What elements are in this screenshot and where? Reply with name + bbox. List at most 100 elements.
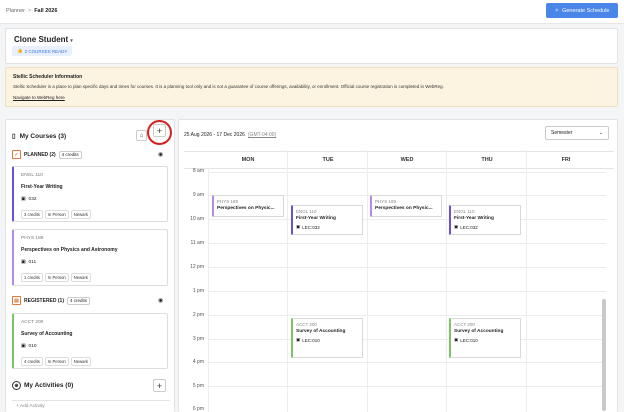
tag-credits: 1 credits bbox=[21, 273, 43, 282]
time-label: 11 am bbox=[190, 240, 204, 246]
course-card-engl110[interactable]: ENGL 110 First-Year Writing ▣ 032 3 credi… bbox=[12, 166, 168, 222]
time-label: 8 am bbox=[192, 168, 204, 174]
course-title: First-Year Writing bbox=[21, 184, 63, 190]
book-icon: ▯ bbox=[12, 133, 16, 140]
event-title: Perspectives on Physic... bbox=[217, 206, 275, 211]
tag-icon: ⌂ bbox=[139, 132, 144, 139]
course-tags: 3 credits In Person Newark bbox=[21, 210, 91, 219]
breadcrumb-planner[interactable]: Planner bbox=[6, 8, 25, 14]
grid-column-line bbox=[287, 150, 288, 412]
course-title: Survey of Accounting bbox=[21, 331, 73, 337]
calendar-day-header: MON TUE WED THU FRI bbox=[184, 151, 614, 169]
view-select[interactable]: Semester ⌄ bbox=[545, 126, 609, 140]
event-phys189-mon[interactable]: PHYS 189 Perspectives on Physic... bbox=[212, 195, 284, 217]
my-courses-header: ▯ My Courses (3) bbox=[12, 132, 67, 141]
event-code: ENGL 110 bbox=[296, 209, 317, 214]
info-text: Stellic Scheduler is a place to plan spe… bbox=[13, 84, 444, 89]
tag-campus: Newark bbox=[70, 273, 91, 282]
calendar-icon: ▣ bbox=[296, 337, 301, 342]
course-card-acct200[interactable]: ACCT 200 Survey of Accounting ▣ 010 4 cre… bbox=[12, 313, 168, 369]
calendar-icon: ▣ bbox=[21, 260, 26, 265]
planned-group-header[interactable]: ✓ PLANNED (2) 4 credits bbox=[12, 150, 82, 159]
activity-icon: ⊕ bbox=[12, 381, 21, 390]
student-name: Clone Student bbox=[14, 35, 69, 44]
event-section: ▣ LEC:010 bbox=[296, 337, 320, 343]
eye-icon[interactable]: ◉ bbox=[158, 151, 163, 158]
tag-credits: 4 credits bbox=[21, 357, 43, 366]
calendar-scrollbar[interactable] bbox=[602, 299, 606, 411]
event-title: First-Year Writing bbox=[296, 216, 336, 221]
webreg-link[interactable]: Navigate to WebReg here bbox=[13, 95, 65, 100]
event-section-label: LEC:010 bbox=[302, 337, 320, 343]
info-title: Stellic Scheduler Information bbox=[13, 74, 83, 80]
event-title: Survey of Accounting bbox=[454, 329, 504, 334]
event-section-label: LEC:032 bbox=[302, 224, 320, 230]
grid-line bbox=[208, 315, 606, 316]
calendar-icon: ▣ bbox=[21, 344, 26, 349]
tag-campus: Newark bbox=[70, 210, 91, 219]
event-title: Perspectives on Physic... bbox=[375, 206, 433, 211]
breadcrumb-current: Fall 2026 bbox=[34, 8, 58, 14]
breadcrumb-separator: > bbox=[27, 8, 32, 14]
my-activities-header: ⊕ My Activities (0) bbox=[12, 381, 73, 390]
event-engl110-tue[interactable]: ENGL 110 First-Year Writing ▣ LEC:032 bbox=[291, 205, 363, 235]
grid-line bbox=[208, 386, 606, 387]
tag-credits: 3 credits bbox=[21, 210, 43, 219]
course-section: ▣ 011 bbox=[21, 260, 36, 265]
breadcrumb: Planner > Fall 2026 bbox=[6, 8, 57, 14]
calendar-icon: ▣ bbox=[454, 337, 459, 342]
course-section: ▣ 032 bbox=[21, 197, 37, 202]
scheduler-info-banner: Stellic Scheduler Information Stellic Sc… bbox=[5, 67, 618, 107]
chevron-down-icon: ⌄ bbox=[598, 130, 603, 136]
time-label: 6 pm bbox=[192, 406, 204, 412]
course-code: ENGL 110 bbox=[21, 173, 43, 178]
event-acct200-thu[interactable]: ACCT 200 Survey of Accounting ▣ LEC:010 bbox=[449, 318, 521, 358]
day-thu: THU bbox=[481, 157, 493, 163]
time-label: 4 pm bbox=[192, 359, 204, 365]
eye-icon[interactable]: ◉ bbox=[158, 297, 163, 304]
course-card-phys189[interactable]: PHYS 189 Perspectives on Physics and Ast… bbox=[12, 229, 168, 286]
event-acct200-tue[interactable]: ACCT 200 Survey of Accounting ▣ LEC:010 bbox=[291, 318, 363, 358]
date-range: 25 Aug 2026 - 17 Dec 2026 (GMT-04:00) bbox=[184, 132, 276, 138]
time-label: 1 pm bbox=[192, 288, 204, 294]
student-selector[interactable]: Clone Student ▾ bbox=[14, 35, 73, 44]
event-phys189-wed[interactable]: PHYS 189 Perspectives on Physic... bbox=[370, 195, 442, 217]
generate-schedule-button[interactable]: ✧ Generate Schedule bbox=[546, 3, 618, 18]
time-label: 9 am bbox=[192, 192, 204, 198]
calendar-icon: ▤ bbox=[12, 296, 21, 305]
day-tue: TUE bbox=[322, 157, 334, 163]
tag-filter-button[interactable]: ⌂ bbox=[136, 130, 147, 141]
calendar-icon: ▣ bbox=[21, 197, 26, 202]
course-code: ACCT 200 bbox=[21, 320, 44, 325]
generate-schedule-label: Generate Schedule bbox=[562, 7, 610, 14]
chevron-down-icon: ▾ bbox=[70, 38, 73, 44]
sparkle-icon: ✧ bbox=[554, 7, 560, 14]
view-select-value: Semester bbox=[551, 130, 573, 136]
event-code: ACCT 200 bbox=[296, 322, 317, 327]
add-activity-button[interactable]: + bbox=[153, 379, 166, 392]
my-courses-title: My Courses (3) bbox=[19, 132, 67, 140]
time-label: 12 pm bbox=[190, 264, 204, 270]
time-label: 2 pm bbox=[192, 312, 204, 318]
event-code: ACCT 200 bbox=[454, 322, 475, 327]
course-tags: 4 credits In Person Newark bbox=[21, 357, 91, 366]
grid-column-line bbox=[208, 168, 209, 412]
date-range-text: 25 Aug 2026 - 17 Dec 2026 bbox=[184, 132, 245, 138]
planned-label: PLANNED (2) bbox=[24, 151, 56, 158]
tag-mode: In Person bbox=[44, 210, 69, 219]
calendar-icon: ▣ bbox=[296, 224, 301, 229]
event-code: PHYS 189 bbox=[217, 199, 239, 204]
registered-group-header[interactable]: ▤ REGISTERED (1) 4 credits bbox=[12, 296, 91, 305]
grid-line bbox=[208, 267, 606, 268]
grid-line bbox=[208, 219, 606, 220]
section-number: 010 bbox=[28, 344, 37, 349]
event-section: ▣ LEC:032 bbox=[454, 224, 478, 230]
event-engl110-thu[interactable]: ENGL 110 First-Year Writing ▣ LEC:032 bbox=[449, 205, 521, 235]
add-activity-link[interactable]: + Add Activity bbox=[12, 400, 170, 411]
grid-column-line bbox=[446, 150, 447, 412]
courses-ready-badge[interactable]: 👍 2 COURSES READY bbox=[12, 46, 73, 56]
timezone-link[interactable]: (GMT-04:00) bbox=[248, 132, 276, 138]
course-tags: 1 credits In Person Newark bbox=[21, 273, 91, 282]
course-section: ▣ 010 bbox=[21, 344, 37, 349]
highlight-circle bbox=[147, 120, 172, 145]
